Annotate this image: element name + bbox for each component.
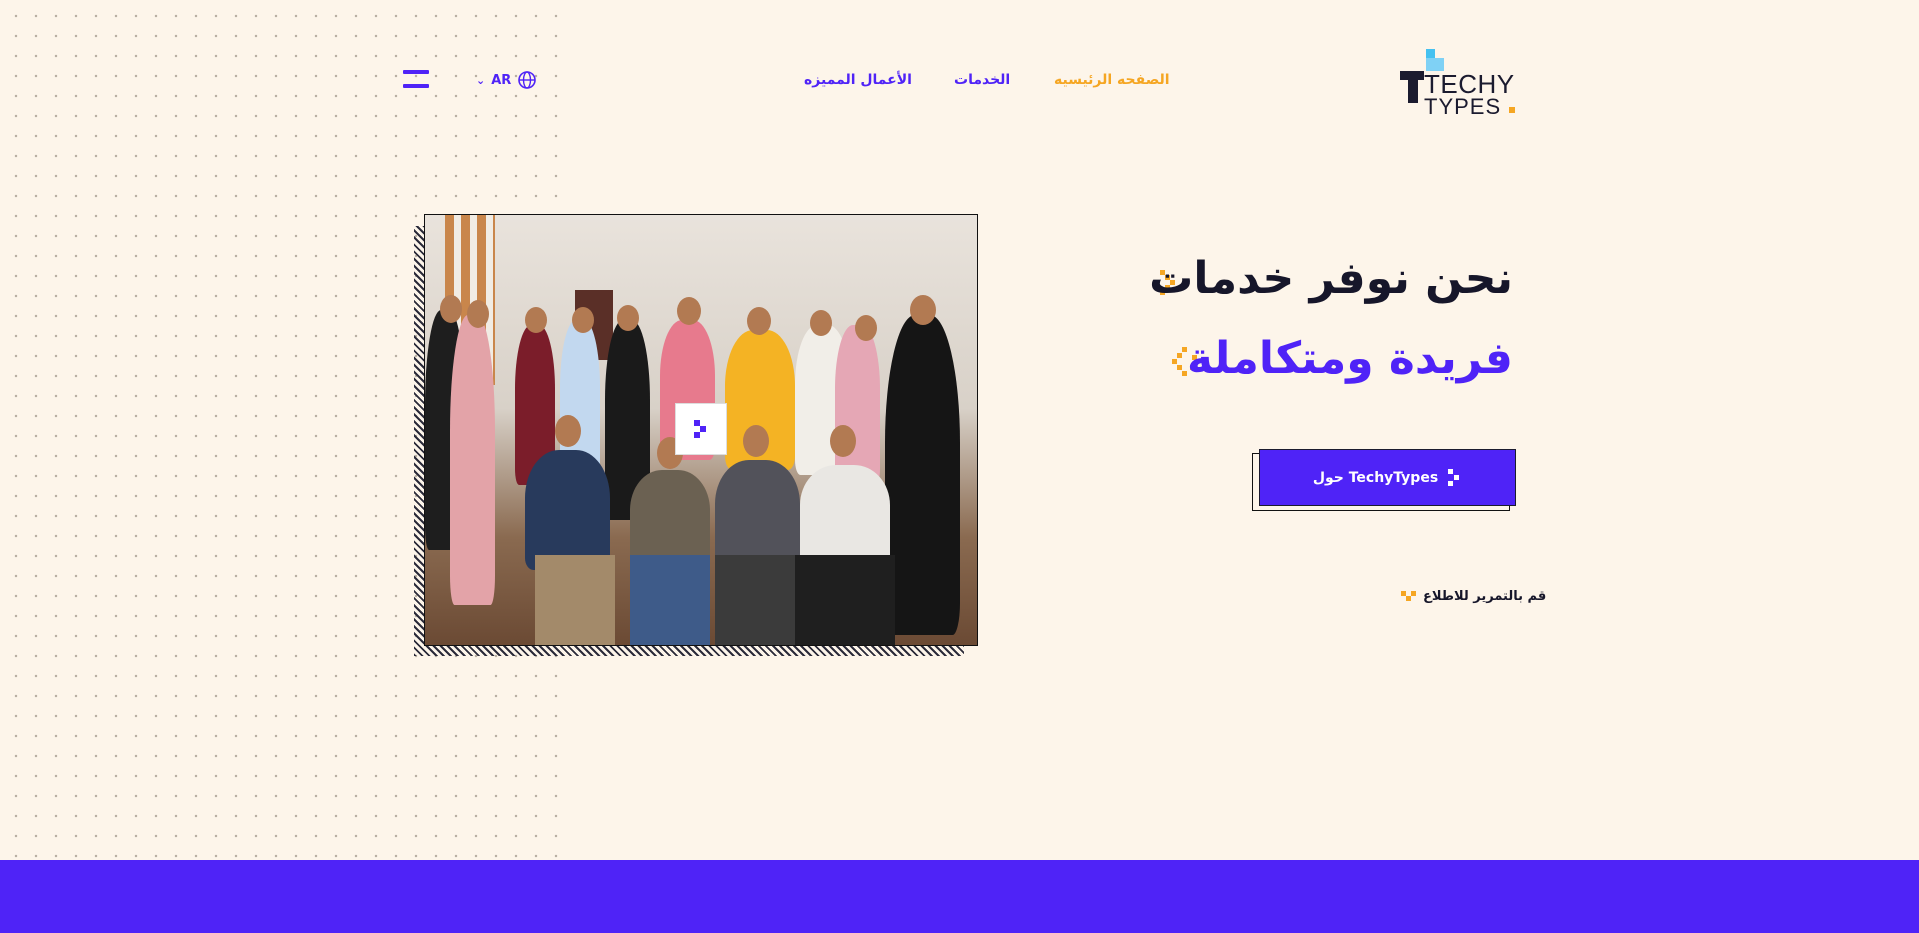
nav-link-featured-works[interactable]: الأعمال المميزه xyxy=(804,72,912,88)
logo-mark-t-stem xyxy=(1408,71,1418,103)
language-selector[interactable]: ⌄ AR xyxy=(476,70,537,90)
logo-dot xyxy=(1509,107,1515,113)
language-label: AR xyxy=(491,72,512,88)
cta-label: حول TechyTypes xyxy=(1312,469,1439,486)
logo-word-2: TYPES xyxy=(1424,94,1502,119)
scroll-hint-label: قم بالتمرير للاطلاع xyxy=(1423,589,1547,604)
chevron-down-icon: ⌄ xyxy=(476,73,486,87)
nav-link-home[interactable]: الصفحه الرئيسيه xyxy=(1054,72,1170,88)
globe-icon xyxy=(518,71,537,89)
nav-link-services[interactable]: الخدمات xyxy=(954,72,1010,88)
scroll-down-pixel-icon xyxy=(1401,590,1417,603)
about-techytypes-button[interactable]: حول TechyTypes xyxy=(1259,449,1516,506)
pixel-arrow-icon xyxy=(1448,468,1462,487)
scroll-hint: قم بالتمرير للاطلاع xyxy=(1401,589,1546,604)
bottom-section-bar xyxy=(0,860,1919,933)
techytypes-logo[interactable]: TECHY TYPES xyxy=(1400,49,1518,119)
logo-mark-square-1 xyxy=(1426,49,1435,58)
photo-play-badge[interactable] xyxy=(676,404,726,454)
hamburger-menu-icon[interactable] xyxy=(403,70,429,90)
hero-headline-line-2: فريدة ومتكاملة xyxy=(1187,333,1513,384)
hero-headline-line-1: نحن نوفر خدمات xyxy=(1149,253,1513,304)
